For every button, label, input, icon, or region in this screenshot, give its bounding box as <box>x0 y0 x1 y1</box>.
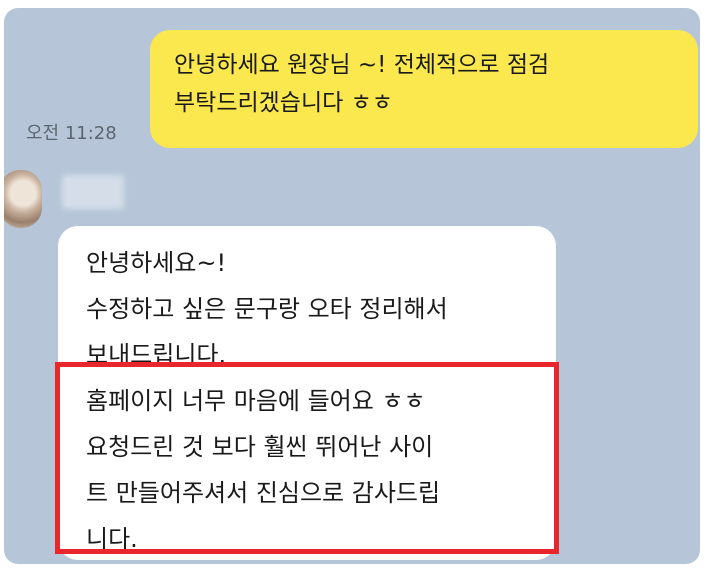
outgoing-message-bubble[interactable]: 안녕하세요 원장님 ~! 전체적으로 점검 부탁드리겠습니다 ㅎㅎ <box>150 30 698 148</box>
sender-name-blurred <box>62 175 124 209</box>
chat-window: 안녕하세요 원장님 ~! 전체적으로 점검 부탁드리겠습니다 ㅎㅎ 오전 11:… <box>4 8 700 564</box>
message-line: 니다. <box>86 525 138 553</box>
message-line: 홈페이지 너무 마음에 들어요 ㅎㅎ <box>86 387 426 415</box>
message-line: 보내드립니다. <box>86 341 227 369</box>
message-line: 요청드린 것 보다 훨씬 뛰어난 사이 <box>86 433 434 461</box>
message-line: 부탁드리겠습니다 ㅎㅎ <box>174 90 393 116</box>
message-timestamp: 오전 11:28 <box>26 123 117 144</box>
message-line: 수정하고 싶은 문구랑 오타 정리해서 <box>86 295 448 323</box>
message-line: 안녕하세요 원장님 ~! 전체적으로 점검 <box>174 52 550 78</box>
incoming-message-bubble[interactable]: 안녕하세요~! 수정하고 싶은 문구랑 오타 정리해서 보내드립니다. 홈페이지… <box>58 226 556 560</box>
sender-avatar[interactable] <box>4 170 42 228</box>
message-line: 안녕하세요~! <box>86 249 227 277</box>
message-line: 트 만들어주셔서 진심으로 감사드립 <box>86 479 441 507</box>
